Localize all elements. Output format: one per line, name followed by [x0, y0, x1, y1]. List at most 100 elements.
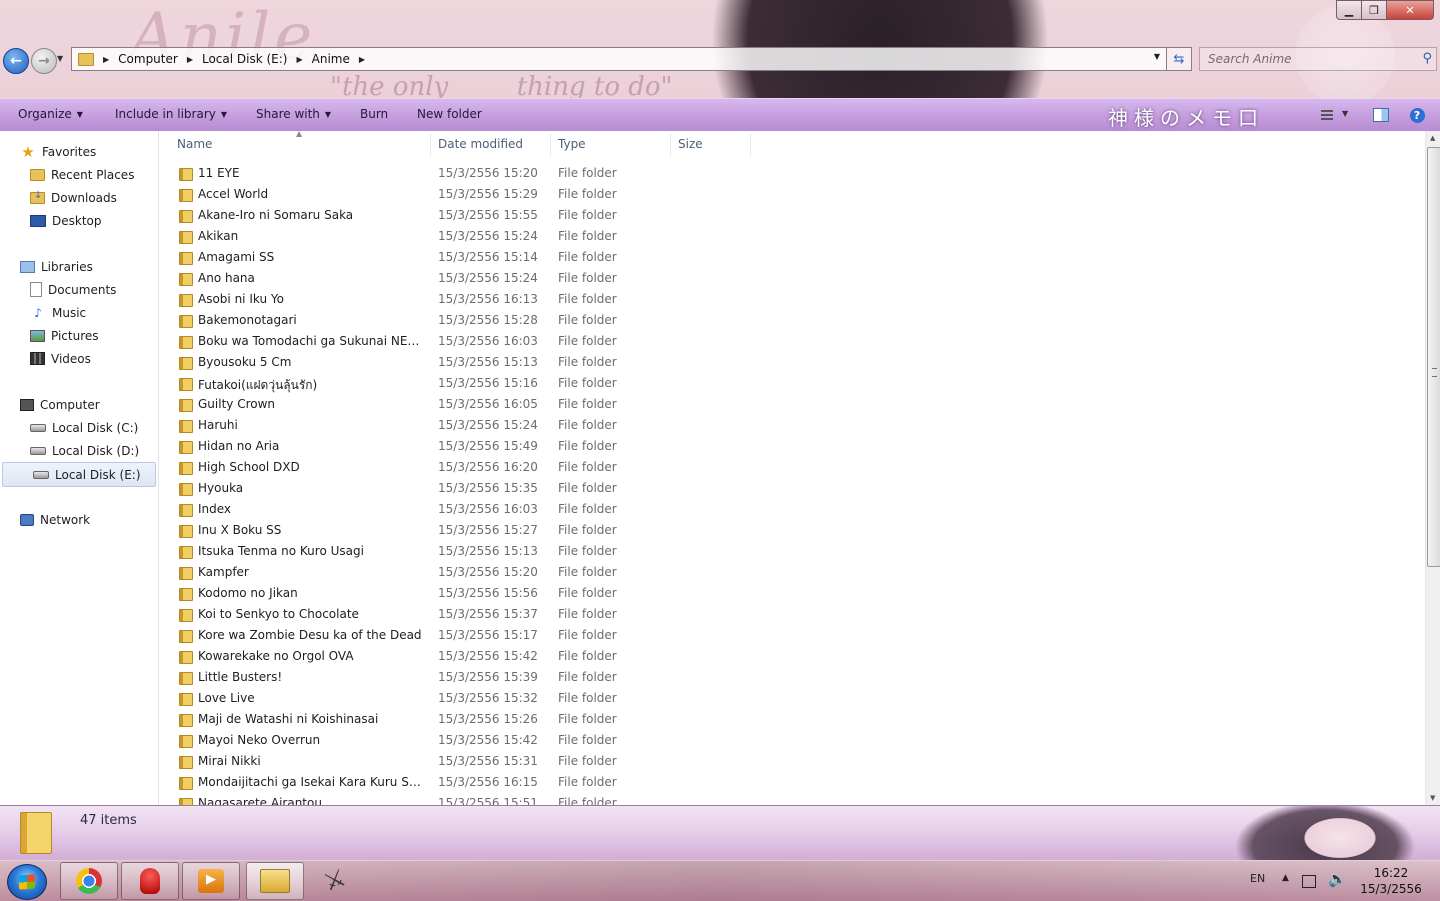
- sidebar-item-label: Downloads: [51, 190, 117, 205]
- sidebar-item-local-disk-c[interactable]: Local Disk (C:): [0, 416, 158, 439]
- file-name: Love Live: [198, 691, 255, 705]
- table-row[interactable]: Maji de Watashi ni Koishinasai 15/3/2556 …: [159, 709, 1425, 730]
- column-divider[interactable]: [550, 134, 551, 156]
- sidebar-item-local-disk-e[interactable]: Local Disk (E:): [2, 462, 156, 487]
- sidebar-item-downloads[interactable]: Downloads: [0, 186, 158, 209]
- table-row[interactable]: Koi to Senkyo to Chocolate 15/3/2556 15:3…: [159, 604, 1425, 625]
- table-row[interactable]: Hidan no Aria 15/3/2556 15:49 File folder: [159, 436, 1425, 457]
- table-row[interactable]: Kore wa Zombie Desu ka of the Dead 15/3/2…: [159, 625, 1425, 646]
- address-bar[interactable]: ▶ Computer ▶ Local Disk (E:) ▶ Anime ▶ ▼: [71, 47, 1167, 71]
- refresh-button[interactable]: ⇆: [1166, 47, 1192, 71]
- breadcrumb-anime[interactable]: Anime: [312, 52, 350, 66]
- sidebar-item-computer[interactable]: Computer: [0, 393, 158, 416]
- music-note-icon: ♪: [34, 305, 42, 320]
- table-row[interactable]: 11 EYE 15/3/2556 15:20 File folder: [159, 163, 1425, 184]
- column-divider[interactable]: [430, 134, 431, 156]
- column-divider[interactable]: [750, 134, 751, 156]
- folder-icon: [179, 336, 193, 349]
- chevron-right-icon[interactable]: ▶: [103, 55, 109, 64]
- sidebar-item-music[interactable]: ♪ Music: [0, 301, 158, 324]
- sidebar-item-recent-places[interactable]: Recent Places: [0, 163, 158, 186]
- sidebar-item-favorites[interactable]: ★ Favorites: [0, 140, 158, 163]
- column-header-type[interactable]: Type: [558, 137, 586, 151]
- breadcrumb-local-disk-e[interactable]: Local Disk (E:): [202, 52, 288, 66]
- sidebar-item-documents[interactable]: Documents: [0, 278, 158, 301]
- organize-menu[interactable]: Organize ▼: [18, 107, 83, 121]
- sidebar-item-pictures[interactable]: Pictures: [0, 324, 158, 347]
- share-with-menu[interactable]: Share with ▼: [256, 107, 331, 121]
- sidebar-item-desktop[interactable]: Desktop: [0, 209, 158, 232]
- table-row[interactable]: Akane-Iro ni Somaru Saka 15/3/2556 15:55 F…: [159, 205, 1425, 226]
- sidebar-item-local-disk-d[interactable]: Local Disk (D:): [0, 439, 158, 462]
- sidebar-item-videos[interactable]: Videos: [0, 347, 158, 370]
- table-row[interactable]: Itsuka Tenma no Kuro Usagi 15/3/2556 15:1…: [159, 541, 1425, 562]
- table-row[interactable]: Mondaijitachi ga Isekai Kara Kuru So... 1…: [159, 772, 1425, 793]
- scroll-up-arrow-icon[interactable]: ▲: [1430, 134, 1435, 142]
- start-button[interactable]: [7, 864, 47, 900]
- chevron-right-icon[interactable]: ▶: [359, 55, 365, 64]
- network-status-icon[interactable]: [1302, 875, 1316, 888]
- table-row[interactable]: Guilty Crown 15/3/2556 16:05 File folder: [159, 394, 1425, 415]
- include-in-library-menu[interactable]: Include in library ▼: [115, 107, 227, 121]
- table-row[interactable]: Kodomo no Jikan 15/3/2556 15:56 File folde…: [159, 583, 1425, 604]
- table-row[interactable]: Futakoi(แฝดวุ่นลุ้นรัก) 15/3/2556 15:16 Fi…: [159, 373, 1425, 394]
- table-row[interactable]: Amagami SS 15/3/2556 15:14 File folder: [159, 247, 1425, 268]
- taskbar-app-sword[interactable]: ⚔: [307, 862, 363, 898]
- search-icon[interactable]: ⚲: [1422, 51, 1432, 66]
- table-row[interactable]: Index 15/3/2556 16:03 File folder: [159, 499, 1425, 520]
- table-row[interactable]: Kampfer 15/3/2556 15:20 File folder: [159, 562, 1425, 583]
- sidebar-item-libraries[interactable]: Libraries: [0, 255, 158, 278]
- column-header-name[interactable]: Name: [177, 137, 212, 151]
- burn-button[interactable]: Burn: [360, 107, 388, 121]
- table-row[interactable]: Love Live 15/3/2556 15:32 File folder: [159, 688, 1425, 709]
- file-date-modified: 15/3/2556 15:35: [438, 481, 538, 495]
- taskbar-app-media-player[interactable]: [182, 862, 240, 900]
- clock[interactable]: 16:22 15/3/2556: [1352, 865, 1430, 897]
- taskbar-app-chrome[interactable]: [60, 862, 118, 900]
- close-button[interactable]: ✕: [1387, 0, 1434, 20]
- new-folder-button[interactable]: New folder: [417, 107, 482, 121]
- table-row[interactable]: Ano hana 15/3/2556 15:24 File folder: [159, 268, 1425, 289]
- vertical-scrollbar[interactable]: ▲ ▼: [1425, 131, 1440, 805]
- chevron-right-icon[interactable]: ▶: [296, 55, 302, 64]
- search-input[interactable]: [1200, 51, 1410, 67]
- taskbar-app-explorer[interactable]: [246, 862, 304, 900]
- taskbar-app-red[interactable]: [121, 862, 179, 900]
- table-row[interactable]: Bakemonotagari 15/3/2556 15:28 File folder: [159, 310, 1425, 331]
- scrollbar-thumb[interactable]: [1427, 147, 1440, 567]
- back-button[interactable]: ←: [3, 48, 29, 74]
- language-indicator[interactable]: EN: [1250, 872, 1265, 885]
- table-row[interactable]: Byousoku 5 Cm 15/3/2556 15:13 File folder: [159, 352, 1425, 373]
- column-header-date-modified[interactable]: Date modified: [438, 137, 523, 151]
- breadcrumb-computer[interactable]: Computer: [118, 52, 178, 66]
- column-divider[interactable]: [670, 134, 671, 156]
- view-options-dropdown[interactable]: ▼: [1342, 109, 1348, 118]
- table-row[interactable]: Nagasarete Airantou 15/3/2556 15:51 File f…: [159, 793, 1425, 805]
- table-row[interactable]: Haruhi 15/3/2556 15:24 File folder: [159, 415, 1425, 436]
- table-row[interactable]: Hyouka 15/3/2556 15:35 File folder: [159, 478, 1425, 499]
- table-row[interactable]: Little Busters! 15/3/2556 15:39 File folde…: [159, 667, 1425, 688]
- recent-pages-dropdown[interactable]: ▼: [57, 54, 63, 63]
- table-row[interactable]: Inu X Boku SS 15/3/2556 15:27 File folder: [159, 520, 1425, 541]
- change-view-button[interactable]: [1318, 106, 1336, 124]
- forward-button[interactable]: →: [31, 48, 57, 74]
- minimize-button[interactable]: ▁: [1336, 0, 1362, 20]
- table-row[interactable]: Accel World 15/3/2556 15:29 File folder: [159, 184, 1425, 205]
- table-row[interactable]: Mirai Nikki 15/3/2556 15:31 File folder: [159, 751, 1425, 772]
- help-button[interactable]: ?: [1408, 106, 1426, 124]
- table-row[interactable]: Kowarekake no Orgol OVA 15/3/2556 15:42 Fi…: [159, 646, 1425, 667]
- scroll-down-arrow-icon[interactable]: ▼: [1430, 794, 1435, 802]
- table-row[interactable]: Mayoi Neko Overrun 15/3/2556 15:42 File fo…: [159, 730, 1425, 751]
- preview-pane-button[interactable]: [1372, 106, 1390, 124]
- table-row[interactable]: Asobi ni Iku Yo 15/3/2556 16:13 File folde…: [159, 289, 1425, 310]
- table-row[interactable]: High School DXD 15/3/2556 16:20 File folde…: [159, 457, 1425, 478]
- table-row[interactable]: Akikan 15/3/2556 15:24 File folder: [159, 226, 1425, 247]
- column-header-size[interactable]: Size: [678, 137, 703, 151]
- address-history-dropdown[interactable]: ▼: [1154, 52, 1160, 61]
- volume-icon[interactable]: 🔈: [1328, 870, 1347, 888]
- sidebar-item-network[interactable]: Network: [0, 508, 158, 531]
- show-hidden-icons-icon[interactable]: ▲: [1282, 873, 1289, 883]
- chevron-right-icon[interactable]: ▶: [187, 55, 193, 64]
- maximize-button[interactable]: ❐: [1362, 0, 1387, 20]
- table-row[interactable]: Boku wa Tomodachi ga Sukunai NEX... 15/3/…: [159, 331, 1425, 352]
